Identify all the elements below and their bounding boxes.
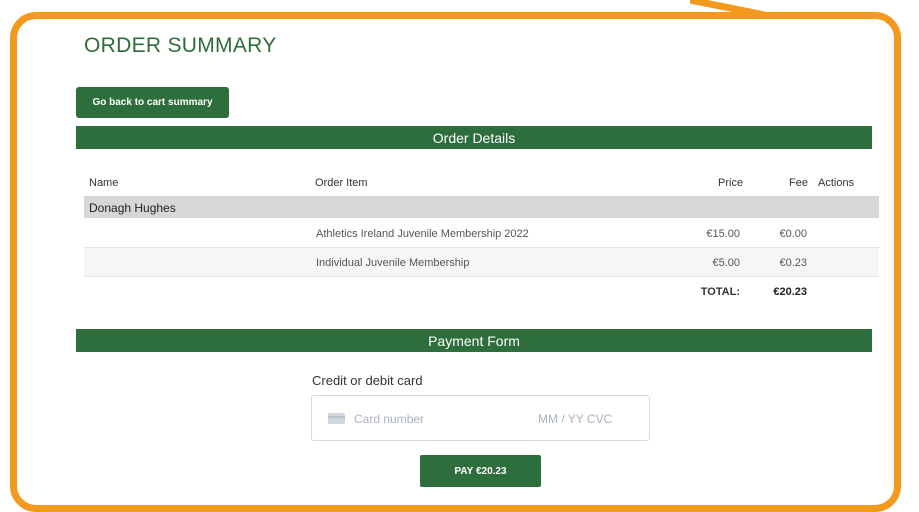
card-number-placeholder[interactable]: Card number [354,412,424,426]
pay-button[interactable]: PAY €20.23 [420,455,541,487]
order-item-price: €5.00 [712,257,740,269]
customer-name: Donagh Hughes [89,201,176,215]
payment-form-header: Payment Form [76,329,872,352]
order-item-price: €15.00 [706,228,740,240]
page-title: ORDER SUMMARY [84,34,277,57]
column-order-item: Order Item [315,177,368,189]
order-item-name: Athletics Ireland Juvenile Membership 20… [316,228,529,240]
card-input[interactable]: Card number MM / YY CVC [311,395,650,441]
order-item-fee: €0.00 [779,228,807,240]
total-label: TOTAL: [700,286,740,298]
column-name: Name [89,177,119,189]
credit-card-icon [328,413,345,424]
column-fee: Fee [789,177,808,189]
card-label: Credit or debit card [312,373,423,388]
total-value: €20.23 [773,286,807,298]
column-actions: Actions [818,177,855,189]
order-item-name: Individual Juvenile Membership [316,257,470,269]
expiry-cvc-placeholder[interactable]: MM / YY CVC [538,412,612,426]
order-item-fee: €0.23 [779,257,807,269]
column-price: Price [718,177,744,189]
order-details-header: Order Details [76,126,872,149]
back-to-cart-button[interactable]: Go back to cart summary [76,87,229,118]
customer-row: Donagh Hughes [84,196,879,218]
